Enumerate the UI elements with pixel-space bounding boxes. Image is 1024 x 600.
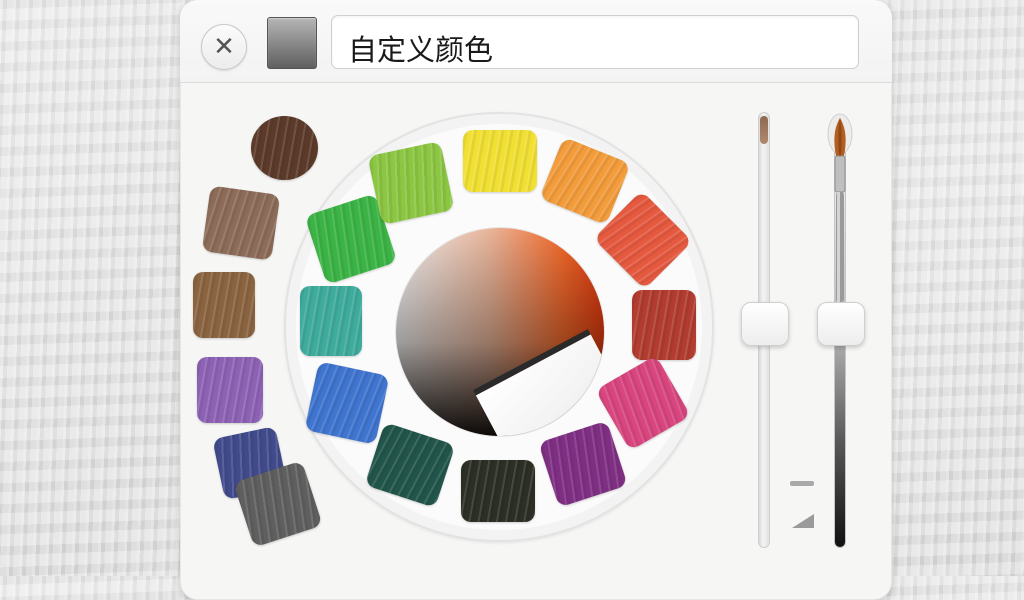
close-icon: ✕ — [213, 32, 235, 62]
color-name-field[interactable]: 自定义颜色 — [331, 15, 859, 69]
page-curl — [473, 329, 604, 436]
current-color-swatch[interactable] — [267, 17, 317, 69]
swatch-purple[interactable] — [197, 357, 263, 423]
opacity-triangle-icon — [792, 514, 814, 528]
line-width-icon — [790, 481, 814, 486]
swatch-black-olive[interactable] — [461, 460, 535, 522]
paintbrush-icon — [827, 113, 853, 302]
saturation-slider-thumb[interactable] — [741, 302, 789, 346]
saturation-slider-cap — [760, 116, 768, 144]
swatch-brick-red[interactable] — [632, 290, 696, 360]
swatch-blue[interactable] — [304, 361, 390, 445]
swatch-teal[interactable] — [300, 286, 362, 356]
swatch-ochre[interactable] — [193, 272, 255, 338]
swatch-yellow[interactable] — [463, 130, 537, 192]
swatch-brown-light[interactable] — [201, 185, 281, 261]
swatch-brown-dark[interactable] — [251, 116, 318, 180]
shade-picker[interactable] — [396, 228, 604, 436]
dialog-header: ✕ 自定义颜色 — [180, 0, 892, 83]
close-button[interactable]: ✕ — [201, 24, 247, 70]
